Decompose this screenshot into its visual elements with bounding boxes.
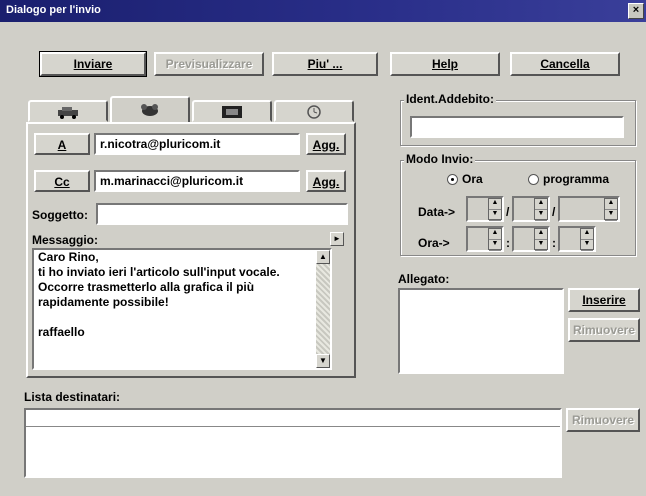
dest-list-label: Lista destinatari: — [24, 390, 121, 404]
radio-scheduled-label: programma — [543, 172, 610, 186]
message-scrollbar[interactable]: ▲ ▼ — [316, 250, 330, 368]
title-bar: Dialogo per l'invio × — [0, 0, 646, 22]
cc-add-label: Agg. — [312, 175, 340, 189]
radio-now-label: Ora — [462, 172, 483, 186]
send-button-label: Inviare — [73, 57, 113, 71]
car-icon — [58, 107, 78, 119]
dest-remove-button[interactable]: Rimuovere — [566, 408, 640, 432]
attachment-remove-label: Rimuovere — [572, 323, 636, 337]
dog-icon — [141, 104, 158, 116]
spinner-arrows-icon[interactable]: ▲ ▼ — [534, 198, 548, 221]
window-title: Dialogo per l'invio — [6, 4, 101, 16]
message-line: ti ho inviato ieri l'articolo sull'input… — [38, 265, 280, 279]
spinner-arrows-icon[interactable]: ▲ ▼ — [488, 198, 502, 221]
date-day-spinner[interactable]: ▲ ▼ — [466, 196, 504, 222]
cc-button[interactable]: Cc — [34, 170, 90, 192]
cc-button-label: Cc — [54, 175, 70, 189]
preview-button[interactable]: Previsualizzare — [154, 52, 264, 76]
radio-now[interactable] — [447, 174, 458, 185]
time-minute-spinner[interactable]: ▲ ▼ — [512, 226, 550, 252]
date-year-spinner[interactable]: ▲ ▼ — [558, 196, 620, 222]
spinner-arrows-icon[interactable]: ▲ ▼ — [534, 228, 548, 251]
scroll-down-icon[interactable]: ▼ — [316, 354, 330, 368]
cancel-button-label: Cancella — [540, 57, 590, 71]
ident-label: Ident.Addebito: — [404, 92, 496, 106]
ident-field[interactable] — [410, 116, 624, 138]
send-button[interactable]: Inviare — [39, 51, 147, 77]
message-area[interactable]: Caro Rino, ti ho inviato ieri l'articolo … — [32, 248, 332, 370]
tab-clock[interactable] — [274, 100, 354, 122]
message-body: Caro Rino, ti ho inviato ieri l'articolo … — [34, 250, 330, 340]
dialog-window: Dialogo per l'invio × Inviare Previsuali… — [0, 0, 646, 496]
preview-button-label: Previsualizzare — [165, 57, 253, 71]
message-label: Messaggio: — [32, 233, 99, 247]
to-add-button[interactable]: Agg. — [306, 133, 346, 155]
dest-list[interactable] — [24, 408, 562, 478]
insert-button[interactable]: Inserire — [568, 288, 640, 312]
to-add-label: Agg. — [312, 138, 340, 152]
scroll-up-icon[interactable]: ▲ — [316, 250, 330, 264]
cc-field[interactable]: m.marinacci@pluricom.it — [94, 170, 300, 192]
subject-field[interactable] — [96, 203, 348, 225]
dest-remove-label: Rimuovere — [571, 413, 635, 427]
tab-film[interactable] — [192, 100, 272, 122]
dest-list-header — [26, 410, 560, 427]
message-line: Caro Rino, — [38, 250, 99, 264]
spinner-arrows-icon[interactable]: ▲ ▼ — [580, 228, 594, 251]
send-mode-label: Modo Invio: — [404, 152, 476, 166]
time-label: Ora-> — [418, 236, 450, 250]
help-button[interactable]: Help — [390, 52, 500, 76]
attachment-remove-button[interactable]: Rimuovere — [568, 318, 640, 342]
time-second-spinner[interactable]: ▲ ▼ — [558, 226, 596, 252]
expand-arrow-icon[interactable]: ► — [330, 232, 344, 246]
message-line: rapidamente possibile! — [38, 295, 169, 309]
insert-button-label: Inserire — [582, 293, 626, 307]
to-field[interactable]: r.nicotra@pluricom.it — [94, 133, 300, 155]
film-icon — [222, 106, 242, 118]
cc-add-button[interactable]: Agg. — [306, 170, 346, 192]
close-button[interactable]: × — [628, 3, 644, 19]
message-line: Occorre trasmetterlo alla grafica il più — [38, 280, 255, 294]
date-sep: / — [552, 205, 556, 219]
clock-icon — [307, 105, 321, 119]
attachment-label: Allegato: — [398, 272, 450, 286]
message-line — [34, 310, 330, 325]
more-button-label: Piu' ... — [307, 57, 343, 71]
message-line: raffaello — [38, 325, 85, 339]
date-label: Data-> — [418, 205, 456, 219]
spinner-arrows-icon[interactable]: ▲ ▼ — [488, 228, 502, 251]
help-button-label: Help — [431, 57, 458, 71]
spinner-arrows-icon[interactable]: ▲ ▼ — [604, 198, 618, 221]
tab-dog[interactable] — [110, 96, 190, 124]
to-button[interactable]: A — [34, 133, 90, 155]
time-sep: : — [506, 236, 510, 250]
subject-label: Soggetto: — [32, 208, 88, 222]
attachment-list[interactable] — [398, 288, 564, 374]
date-sep: / — [506, 205, 510, 219]
time-sep: : — [552, 236, 556, 250]
to-button-label: A — [57, 138, 67, 152]
more-button[interactable]: Piu' ... — [272, 52, 378, 76]
radio-scheduled[interactable] — [528, 174, 539, 185]
cancel-button[interactable]: Cancella — [510, 52, 620, 76]
date-month-spinner[interactable]: ▲ ▼ — [512, 196, 550, 222]
time-hour-spinner[interactable]: ▲ ▼ — [466, 226, 504, 252]
tab-car[interactable] — [28, 100, 108, 122]
